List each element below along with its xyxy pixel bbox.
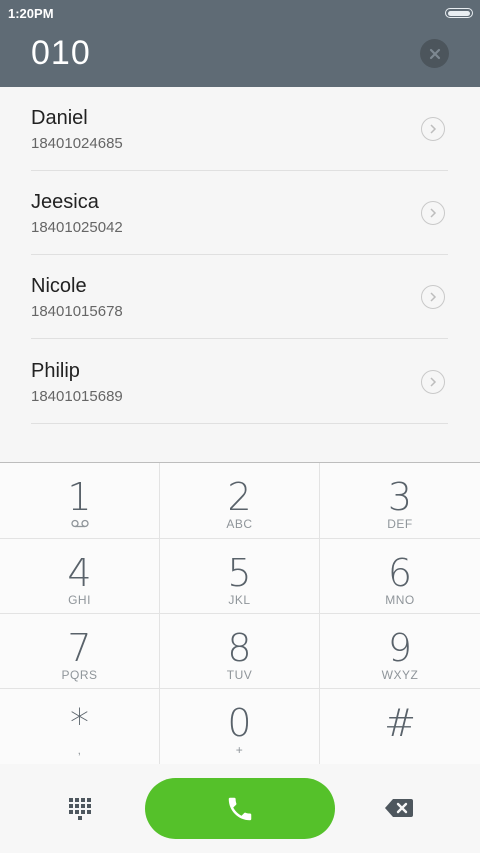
contact-row[interactable]: Nicole 18401015678 [31, 255, 448, 339]
contact-name: Philip [31, 360, 80, 382]
key-1[interactable]: 1 [0, 463, 160, 539]
contact-name: Jeesica [31, 191, 99, 213]
key-digit: 4 [67, 551, 92, 595]
key-6[interactable]: 6 MNO [320, 539, 480, 614]
contact-detail-button[interactable] [421, 201, 445, 225]
key-letters: DEF [387, 517, 413, 531]
contact-row[interactable]: Jeesica 18401025042 [31, 171, 448, 255]
dialpad-toggle-button[interactable] [68, 797, 92, 826]
contact-name: Nicole [31, 275, 87, 297]
call-button[interactable] [145, 778, 335, 839]
key-star[interactable]: * , [0, 689, 160, 765]
contact-detail-button[interactable] [421, 117, 445, 141]
contact-row[interactable]: Philip 18401015689 [31, 340, 448, 424]
key-letters: + [235, 743, 244, 757]
key-letters: TUV [226, 668, 253, 682]
contact-name: Daniel [31, 107, 88, 129]
key-letters: WXYZ [381, 668, 419, 682]
battery-icon [445, 8, 473, 18]
key-letters: GHI [68, 593, 91, 607]
contact-detail-button[interactable] [421, 370, 445, 394]
key-digit: * [70, 701, 89, 745]
key-7[interactable]: 7 PQRS [0, 614, 160, 689]
chevron-right-icon [430, 292, 437, 302]
phone-icon [228, 797, 252, 820]
key-8[interactable]: 8 TUV [160, 614, 320, 689]
key-3[interactable]: 3 DEF [320, 463, 480, 539]
key-digit: 2 [227, 475, 252, 519]
voicemail-icon [0, 517, 159, 531]
key-digit: 7 [67, 626, 92, 670]
key-digit: 6 [387, 551, 413, 595]
close-icon [429, 48, 440, 59]
contact-suggestion-list: Daniel 18401024685 Jeesica 18401025042 N… [0, 87, 480, 462]
dialed-number: 010 [31, 34, 91, 72]
backspace-button[interactable] [384, 798, 414, 823]
key-digit: 0 [227, 701, 252, 745]
dial-keypad: 1 2 ABC 3 DEF 4 GHI 5 JKL 6 MNO 7 PQRS 8… [0, 462, 480, 765]
key-digit: 3 [387, 475, 413, 519]
chevron-right-icon [430, 124, 437, 134]
key-letters: JKL [228, 593, 251, 607]
contact-detail-button[interactable] [421, 285, 445, 309]
key-5[interactable]: 5 JKL [160, 539, 320, 614]
contact-phone: 18401024685 [31, 135, 123, 152]
dialer-actions [0, 764, 480, 853]
clear-number-button[interactable] [420, 39, 449, 68]
status-time: 1:20PM [8, 6, 54, 21]
key-digit: 1 [67, 475, 92, 519]
key-hash[interactable]: # [320, 689, 480, 765]
chevron-right-icon [430, 208, 437, 218]
key-4[interactable]: 4 GHI [0, 539, 160, 614]
contact-phone: 18401015678 [31, 303, 123, 320]
contact-phone: 18401025042 [31, 219, 123, 236]
key-letters: , [77, 743, 82, 757]
key-digit: # [384, 701, 416, 745]
backspace-icon [385, 799, 413, 817]
key-letters: MNO [385, 593, 415, 607]
contact-row[interactable]: Daniel 18401024685 [31, 87, 448, 171]
key-letters: ABC [226, 517, 253, 531]
key-digit: 8 [227, 626, 252, 670]
dialpad-icon [69, 798, 91, 820]
key-2[interactable]: 2 ABC [160, 463, 320, 539]
key-letters: PQRS [61, 668, 98, 682]
key-9[interactable]: 9 WXYZ [320, 614, 480, 689]
contact-phone: 18401015689 [31, 388, 123, 405]
key-digit: 5 [227, 551, 252, 595]
key-digit: 9 [387, 626, 413, 670]
dialer-header: 1:20PM 010 [0, 0, 480, 87]
key-0[interactable]: 0 + [160, 689, 320, 765]
chevron-right-icon [430, 377, 437, 387]
